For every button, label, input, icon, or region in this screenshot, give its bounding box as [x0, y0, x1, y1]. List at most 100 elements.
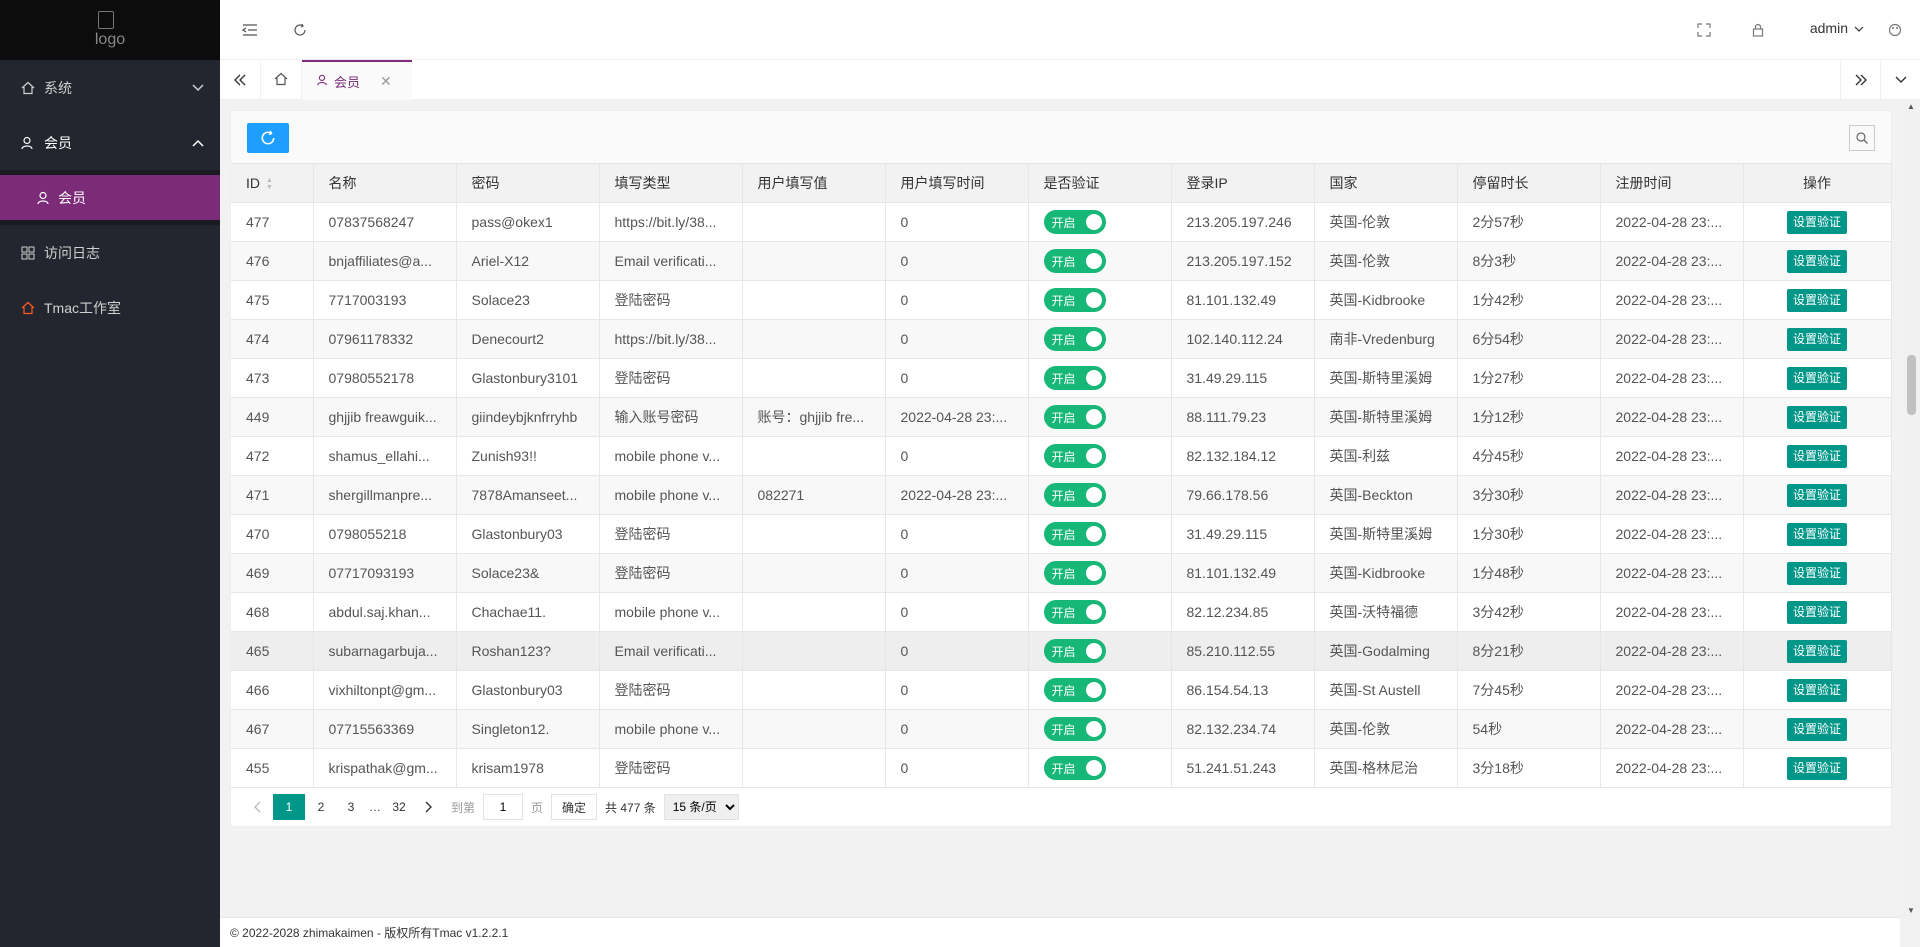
verify-cell: 开启: [1028, 475, 1172, 515]
toggle-label: 开启: [1051, 722, 1076, 737]
close-icon[interactable]: ✕: [380, 73, 392, 90]
tabs-scroll-right-icon[interactable]: [1840, 60, 1880, 100]
set-verify-button[interactable]: 设置验证: [1786, 249, 1847, 273]
page-32[interactable]: 32: [385, 794, 413, 820]
sidebar-item-members[interactable]: 会员: [0, 115, 220, 170]
table-row[interactable]: 465 subarnagarbuja... Roshan123? Email veri…: [231, 631, 1892, 671]
scroll-up-icon[interactable]: ▲: [1907, 102, 1915, 111]
table-cell: 2022-04-28 23:...: [1600, 475, 1744, 515]
verify-toggle[interactable]: 开启: [1043, 444, 1106, 468]
table-row[interactable]: 472 shamus_ellahi... Zunish93!! mobile phon…: [231, 436, 1892, 476]
verify-toggle[interactable]: 开启: [1043, 639, 1106, 663]
lock-icon[interactable]: [1748, 20, 1768, 40]
table-cell: 54秒: [1457, 709, 1601, 749]
goto-confirm-button[interactable]: 确定: [551, 794, 598, 820]
table-row[interactable]: 475 7717003193 Solace23 登陆密码 0 开启 81.101.132.4…: [231, 280, 1892, 320]
tabs-scroll-left-icon[interactable]: [220, 60, 260, 100]
user-menu[interactable]: admin: [1810, 20, 1864, 36]
verify-toggle[interactable]: 开启: [1043, 288, 1106, 312]
verify-toggle[interactable]: 开启: [1043, 678, 1106, 702]
set-verify-button[interactable]: 设置验证: [1786, 522, 1847, 546]
sidebar-subitem-members[interactable]: 会员: [0, 175, 220, 220]
table-cell: 2022-04-28 23:...: [1600, 670, 1744, 710]
column-header: 密码: [456, 163, 600, 203]
verify-toggle[interactable]: 开启: [1043, 366, 1106, 390]
verify-toggle[interactable]: 开启: [1043, 405, 1106, 429]
verify-toggle[interactable]: 开启: [1043, 210, 1106, 234]
set-verify-button[interactable]: 设置验证: [1786, 444, 1847, 468]
table-row[interactable]: 467 07715563369 Singleton12. mobile phone v…: [231, 709, 1892, 749]
set-verify-button[interactable]: 设置验证: [1786, 366, 1847, 390]
table-search-button[interactable]: [1849, 125, 1875, 151]
set-verify-button[interactable]: 设置验证: [1786, 561, 1847, 585]
set-verify-button[interactable]: 设置验证: [1786, 405, 1847, 429]
set-verify-button[interactable]: 设置验证: [1786, 756, 1847, 780]
table-row[interactable]: 471 shergillmanpre... 7878Amanseet... mobil…: [231, 475, 1892, 515]
tabs-menu-icon[interactable]: [1880, 60, 1920, 100]
sidebar-item-label: Tmac工作室: [44, 299, 121, 316]
table-cell: 0: [885, 553, 1029, 593]
table-cell: 0: [885, 280, 1029, 320]
verify-cell: 开启: [1028, 241, 1172, 281]
menu-toggle-icon[interactable]: [240, 20, 260, 40]
table-row[interactable]: 449 ghjjib freawguik... giindeybjknfrryhb 输…: [231, 397, 1892, 437]
tab-home[interactable]: [260, 60, 302, 100]
table-cell: 82.132.234.74: [1171, 709, 1315, 749]
theme-icon[interactable]: [1885, 20, 1905, 40]
refresh-icon[interactable]: [290, 20, 310, 40]
sidebar-item-system[interactable]: 系统: [0, 60, 220, 115]
verify-toggle[interactable]: 开启: [1043, 522, 1106, 546]
verify-cell: 开启: [1028, 514, 1172, 554]
set-verify-button[interactable]: 设置验证: [1786, 717, 1847, 741]
page-3[interactable]: 3: [337, 794, 365, 820]
table-row[interactable]: 474 07961178332 Denecourt2 https://bit.ly/3…: [231, 319, 1892, 359]
toggle-label: 开启: [1051, 332, 1076, 347]
set-verify-button[interactable]: 设置验证: [1786, 288, 1847, 312]
set-verify-button[interactable]: 设置验证: [1786, 600, 1847, 624]
table-row[interactable]: 473 07980552178 Glastonbury3101 登陆密码 0 开启 31.4…: [231, 358, 1892, 398]
set-verify-button[interactable]: 设置验证: [1786, 483, 1847, 507]
column-header[interactable]: ID ▲ ▼: [231, 163, 314, 203]
sidebar-item-studio[interactable]: Tmac工作室: [0, 280, 220, 335]
goto-page-input[interactable]: [483, 794, 524, 820]
column-header-label: 密码: [471, 175, 500, 191]
page-size-select[interactable]: 15 条/页: [663, 794, 739, 820]
table-row[interactable]: 468 abdul.saj.khan... Chachae11. mobile pho…: [231, 592, 1892, 632]
action-cell: 设置验证: [1743, 475, 1892, 515]
verify-cell: 开启: [1028, 631, 1172, 671]
verify-toggle[interactable]: 开启: [1043, 756, 1106, 780]
table-row[interactable]: 455 krispathak@gm... krisam1978 登陆密码 0 开启 51.2…: [231, 748, 1892, 788]
table-row[interactable]: 466 vixhiltonpt@gm... Glastonbury03 登陆密码 0 开启…: [231, 670, 1892, 710]
set-verify-button[interactable]: 设置验证: [1786, 639, 1847, 663]
verify-toggle[interactable]: 开启: [1043, 327, 1106, 351]
pagination: 1 2 3 … 32 到第 页 确定 共 477 条 15 条/页: [231, 792, 739, 822]
toggle-knob: [1085, 721, 1102, 737]
scroll-thumb[interactable]: [1907, 355, 1916, 415]
table-cell: 31.49.29.115: [1171, 514, 1315, 554]
table-row[interactable]: 476 bnjaffiliates@a... Ariel-X12 Email veri…: [231, 241, 1892, 281]
verify-toggle[interactable]: 开启: [1043, 561, 1106, 585]
table-cell: 1分12秒: [1457, 397, 1601, 437]
next-page-icon[interactable]: [415, 794, 443, 820]
table-row[interactable]: 477 07837568247 pass@okex1 https://bit.ly/3…: [231, 202, 1892, 242]
tab-members[interactable]: 会员 ✕: [302, 60, 412, 100]
table-refresh-button[interactable]: [247, 123, 289, 153]
table-row[interactable]: 470 0798055218 Glastonbury03 登陆密码 0 开启 31.49.2…: [231, 514, 1892, 554]
prev-page-icon[interactable]: [243, 794, 271, 820]
page-2[interactable]: 2: [307, 794, 335, 820]
verify-toggle[interactable]: 开启: [1043, 717, 1106, 741]
sidebar-item-access-log[interactable]: 访问日志: [0, 225, 220, 280]
set-verify-button[interactable]: 设置验证: [1786, 327, 1847, 351]
set-verify-button[interactable]: 设置验证: [1786, 678, 1847, 702]
table-cell: 1分30秒: [1457, 514, 1601, 554]
page-scrollbar[interactable]: ▲ ▼: [1903, 100, 1920, 917]
verify-toggle[interactable]: 开启: [1043, 249, 1106, 273]
verify-toggle[interactable]: 开启: [1043, 483, 1106, 507]
table-row[interactable]: 469 07717093193 Solace23& 登陆密码 0 开启 81.101.132…: [231, 553, 1892, 593]
set-verify-button[interactable]: 设置验证: [1786, 210, 1847, 234]
scroll-down-icon[interactable]: ▼: [1907, 906, 1915, 915]
sort-icon[interactable]: ▲ ▼: [266, 177, 273, 191]
fullscreen-icon[interactable]: [1694, 20, 1714, 40]
page-1[interactable]: 1: [273, 794, 305, 820]
verify-toggle[interactable]: 开启: [1043, 600, 1106, 624]
